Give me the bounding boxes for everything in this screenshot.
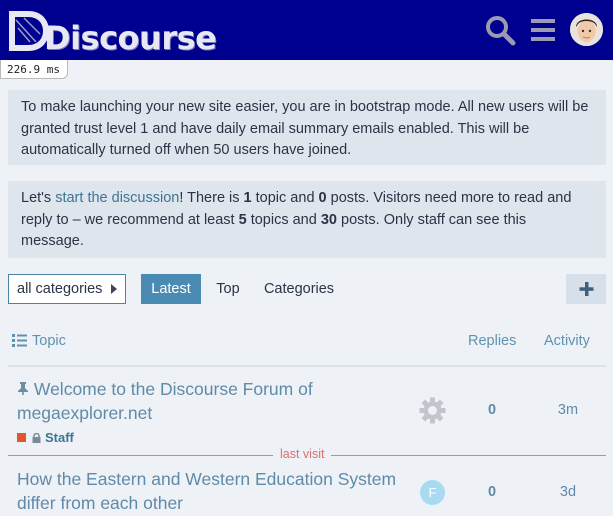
avatar-image: [570, 13, 603, 46]
topic-list-header: Topic Replies Activity: [0, 333, 613, 353]
notice-text: topics and: [246, 211, 321, 228]
tab-top[interactable]: Top: [208, 274, 248, 304]
category-color-swatch: [17, 433, 26, 442]
topic-navigation: all categories Latest Top Categories: [0, 274, 613, 304]
post-count: 0: [318, 190, 327, 206]
category-name: Staff: [45, 430, 74, 445]
new-topic-button[interactable]: [566, 274, 606, 304]
category-dropdown[interactable]: all categories: [8, 274, 126, 304]
last-visit-divider: last visit: [8, 447, 606, 461]
tab-categories[interactable]: Categories: [258, 274, 340, 304]
topic-header-label: Topic: [32, 333, 66, 349]
notice-text: Let's: [21, 190, 56, 206]
start-discussion-notice: Let's start the discussion! There is 1 t…: [8, 181, 606, 258]
caret-right-icon: [111, 284, 117, 294]
topic-title-link[interactable]: How the Eastern and Western Education Sy…: [17, 467, 402, 515]
activity-column-header[interactable]: Activity: [544, 333, 590, 349]
pin-icon: [18, 382, 28, 395]
logo-text: Discourse: [44, 19, 217, 57]
last-visit-label: last visit: [273, 447, 332, 461]
activity-time[interactable]: 3m: [548, 402, 588, 418]
recommended-posts: 30: [320, 211, 337, 228]
topic-title-text: Welcome to the Discourse Forum of megaex…: [17, 379, 313, 423]
lock-icon: [32, 433, 41, 443]
bootstrap-mode-notice: To make launching your new site easier, …: [8, 90, 606, 165]
tab-latest[interactable]: Latest: [141, 274, 201, 304]
header-divider: [8, 365, 606, 367]
user-avatar[interactable]: [570, 13, 603, 46]
topic-column-header: Topic: [12, 333, 66, 349]
start-discussion-link[interactable]: start the discussion: [55, 190, 179, 206]
category-dropdown-label: all categories: [17, 281, 103, 297]
topic-count: 1: [243, 190, 252, 206]
notice-text: topic and: [251, 190, 319, 206]
category-badge[interactable]: Staff: [17, 430, 74, 445]
activity-time[interactable]: 3d: [548, 484, 588, 500]
hamburger-menu-icon[interactable]: [528, 14, 560, 46]
topic-row: How the Eastern and Western Education Sy…: [0, 466, 613, 516]
topic-title-link[interactable]: Welcome to the Discourse Forum of megaex…: [17, 377, 402, 425]
reply-count: 0: [487, 484, 497, 500]
reply-count: 0: [487, 402, 497, 418]
site-logo[interactable]: Discourse: [6, 8, 217, 57]
gear-icon[interactable]: [419, 397, 446, 424]
poster-avatar[interactable]: F: [420, 480, 445, 505]
list-icon: [12, 334, 27, 347]
plus-icon: [579, 282, 594, 296]
search-icon[interactable]: [484, 14, 516, 46]
replies-column-header[interactable]: Replies: [468, 333, 516, 349]
topic-row: Welcome to the Discourse Forum of megaex…: [0, 376, 613, 446]
notice-text: ! There is: [179, 190, 244, 206]
recommended-topics: 5: [238, 211, 247, 228]
profiler-timer[interactable]: 226.9 ms: [0, 60, 68, 79]
site-header: Discourse: [0, 0, 613, 60]
